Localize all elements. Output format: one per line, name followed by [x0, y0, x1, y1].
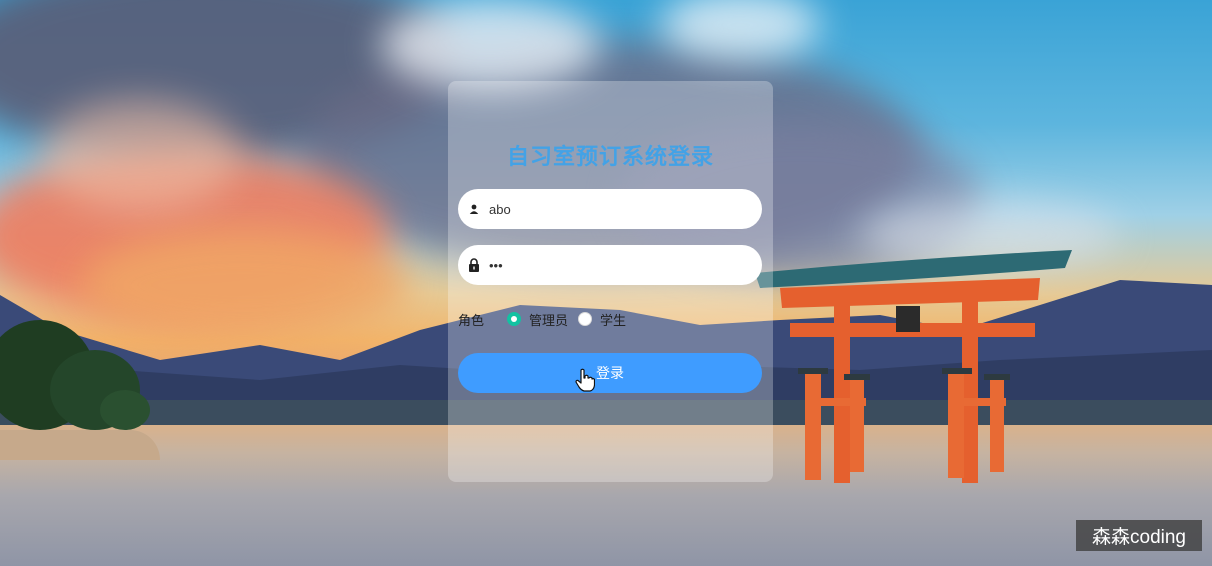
- password-input[interactable]: [489, 257, 729, 273]
- login-button[interactable]: 登录: [458, 353, 762, 393]
- radio-admin[interactable]: [507, 312, 522, 326]
- role-label: 角色: [458, 312, 485, 328]
- radio-admin-label[interactable]: 管理员: [529, 310, 568, 329]
- watermark: 森森coding: [1076, 520, 1202, 551]
- radio-student-label[interactable]: 学生: [600, 310, 626, 329]
- lock-icon: [467, 258, 481, 272]
- radio-student[interactable]: [578, 312, 593, 326]
- username-field[interactable]: [458, 189, 762, 229]
- cloud: [40, 100, 240, 210]
- trees: [0, 320, 150, 430]
- username-input[interactable]: [489, 201, 729, 217]
- role-selector: 角色 管理员 学生: [458, 309, 636, 329]
- password-field[interactable]: [458, 245, 762, 285]
- cloud: [380, 0, 600, 90]
- hand-pointer-icon: [575, 368, 595, 392]
- torii-gate: [755, 250, 1072, 483]
- user-icon: [467, 202, 481, 216]
- login-title: 自习室预订系统登录: [506, 145, 714, 170]
